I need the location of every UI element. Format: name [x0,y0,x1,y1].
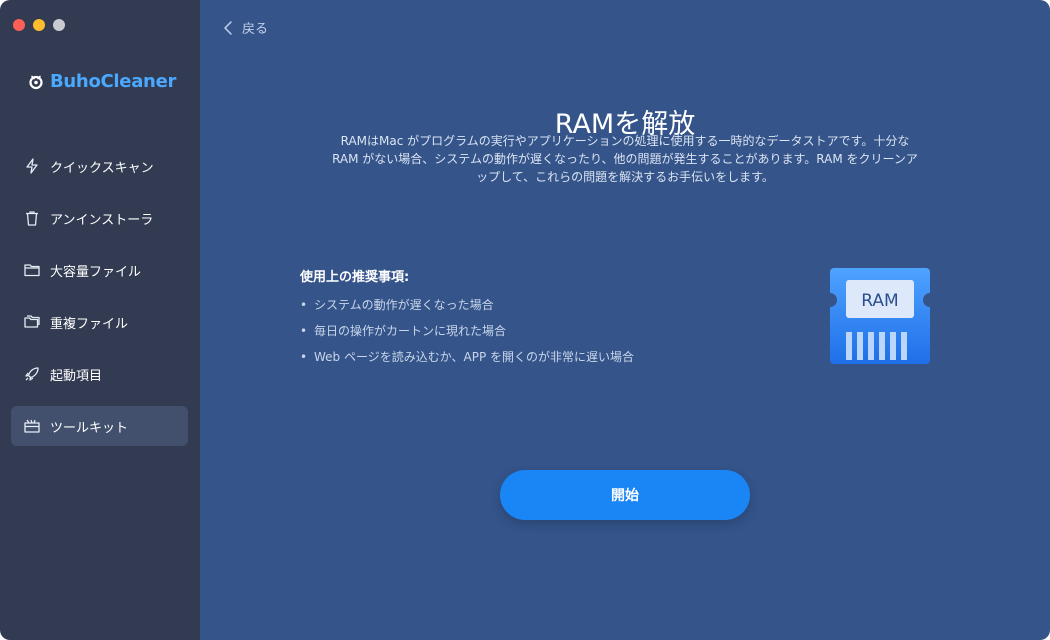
rocket-icon [23,365,41,383]
app-logo: BuhoCleaner [28,71,176,92]
bullet-icon: • [300,298,308,312]
window-controls [13,19,65,31]
owl-logo-icon [29,75,43,89]
start-button[interactable]: 開始 [500,470,750,520]
app-name: BuhoCleaner [50,71,177,92]
list-item: • Web ページを読み込むか、APP を開くのが非常に遅い場合 [300,344,634,370]
lightning-icon [23,157,41,175]
recommendations-list: • システムの動作が遅くなった場合 • 毎日の操作がカートンに現れた場合 • Web … [300,292,634,370]
bullet-icon: • [300,324,308,338]
minimize-window-button[interactable] [33,19,45,31]
sidebar-item-label: クイックスキャン [50,160,154,176]
trash-icon [23,209,41,227]
duplicate-folder-icon [23,313,41,331]
sidebar-item-toolkit[interactable]: ツールキット [11,406,188,446]
description-line: RAM がない場合、システムの動作が遅くなったり、他の問題が発生することがありま… [332,152,918,166]
list-item: • システムの動作が遅くなった場合 [300,292,634,318]
close-window-button[interactable] [13,19,25,31]
main-panel: 戻る RAMを解放 RAMはMac がプログラムの実行やアプリケーションの処理に… [200,0,1050,640]
sidebar-item-label: 起動項目 [50,368,103,384]
ram-chip-label: RAM [861,291,898,311]
sidebar-item-startup-items[interactable]: 起動項目 [11,354,188,394]
app-window: BuhoCleaner クイックスキャン アンインストーラ 大容量ファイル 重複… [0,0,1050,640]
sidebar-item-label: ツールキット [50,420,129,436]
sidebar: BuhoCleaner クイックスキャン アンインストーラ 大容量ファイル 重複… [0,0,200,640]
sidebar-item-uninstaller[interactable]: アンインストーラ [11,198,188,238]
sidebar-item-quick-scan[interactable]: クイックスキャン [11,146,188,186]
sidebar-item-duplicate-files[interactable]: 重複ファイル [11,302,188,342]
page-description: RAMはMac がプログラムの実行やアプリケーションの処理に使用する一時的なデー… [300,132,950,186]
recommendations-title: 使用上の推奨事項: [300,270,410,285]
recommendation-text: Web ページを読み込むか、APP を開くのが非常に遅い場合 [314,350,634,364]
sidebar-item-label: 重複ファイル [50,316,129,332]
sidebar-item-label: アンインストーラ [50,212,154,228]
description-line: ップして、これらの問題を解決するお手伝いをします。 [476,170,774,184]
toolkit-icon [23,417,41,435]
sidebar-nav: クイックスキャン アンインストーラ 大容量ファイル 重複ファイル 起動項目 ツー… [11,146,188,458]
back-button[interactable]: 戻る [222,18,268,37]
recommendation-text: 毎日の操作がカートンに現れた場合 [314,324,507,338]
folder-icon [23,261,41,279]
maximize-window-button[interactable] [53,19,65,31]
ram-chip-icon: RAM [826,268,934,364]
sidebar-item-label: 大容量ファイル [50,264,142,280]
chevron-left-icon [224,20,232,35]
list-item: • 毎日の操作がカートンに現れた場合 [300,318,634,344]
bullet-icon: • [300,350,308,364]
description-line: RAMはMac がプログラムの実行やアプリケーションの処理に使用する一時的なデー… [340,134,910,148]
back-label: 戻る [242,22,269,37]
sidebar-item-large-files[interactable]: 大容量ファイル [11,250,188,290]
recommendation-text: システムの動作が遅くなった場合 [314,298,494,312]
